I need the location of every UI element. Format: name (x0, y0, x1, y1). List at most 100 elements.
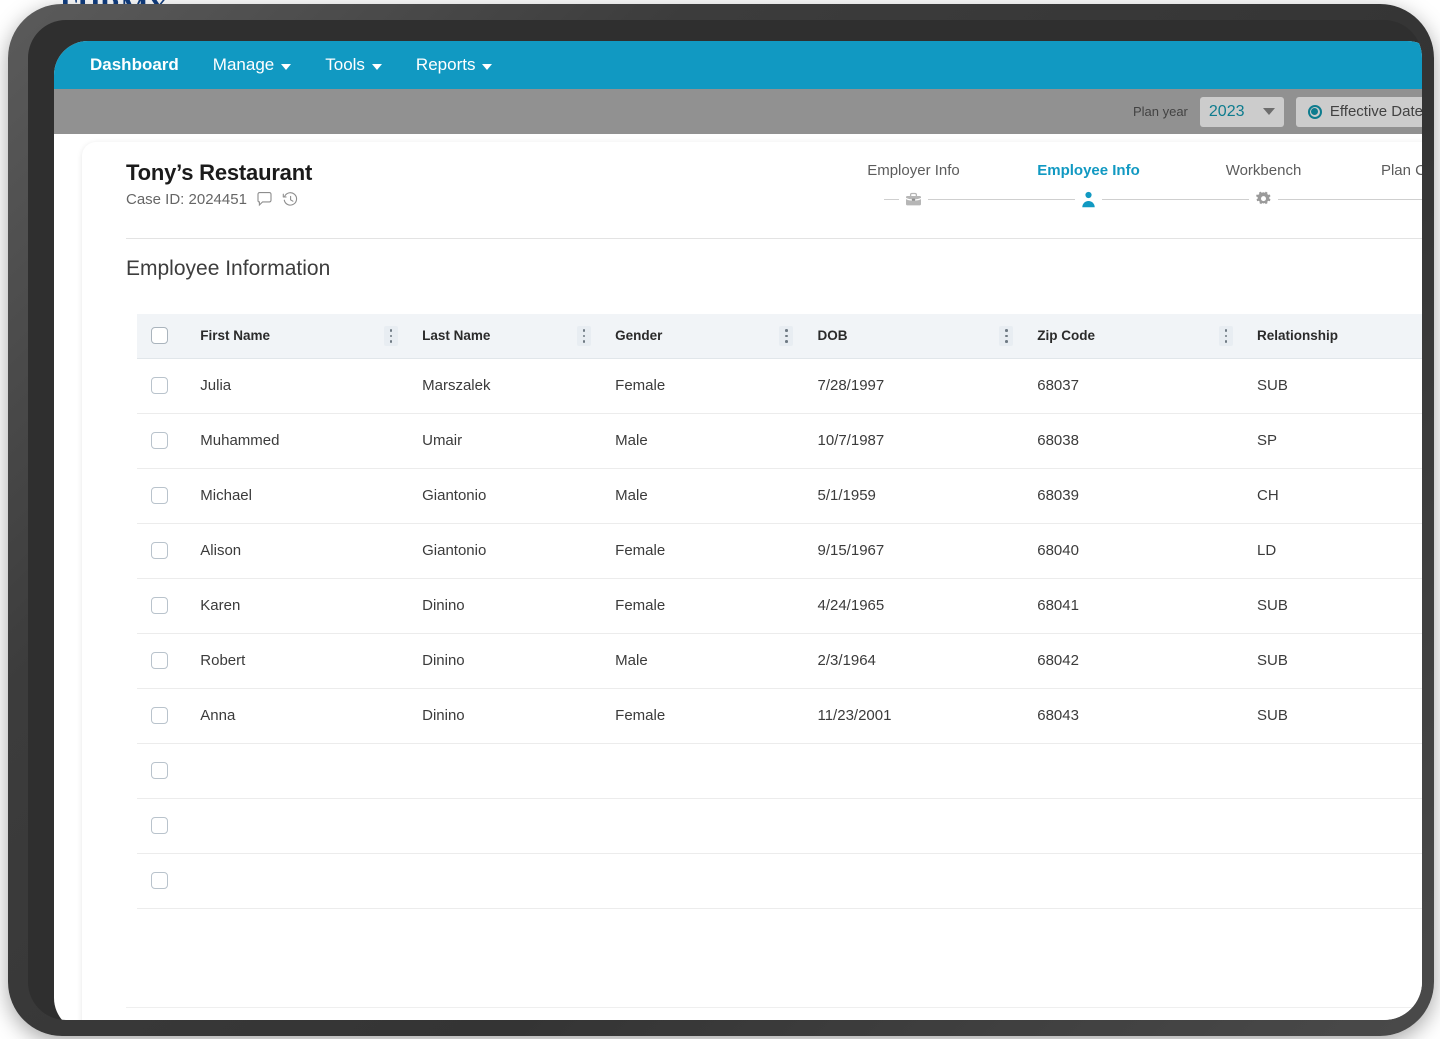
column-header-gender[interactable]: Gender (601, 314, 804, 359)
content-card: Tony’s Restaurant Case ID: 2024451 Emplo… (82, 142, 1422, 1020)
column-menu-icon[interactable] (384, 325, 399, 346)
step-label-employer-info[interactable]: Employer Info (826, 162, 1001, 179)
cell-relationship: SUB (1243, 633, 1422, 689)
table-row[interactable]: MichaelGiantonioMale5/1/195968039CHEC (137, 468, 1422, 524)
row-select-checkbox[interactable] (151, 542, 168, 559)
cell-last_name (408, 853, 602, 909)
page-title: Tony’s Restaurant (126, 160, 313, 185)
step-icon-employer-info-wrap (826, 191, 1001, 207)
cell-zip: 68041 (1023, 578, 1244, 634)
history-clock-icon[interactable] (282, 191, 299, 208)
table-row[interactable]: AnnaDininoFemale11/23/200168043SUBNE (137, 688, 1422, 744)
briefcase-icon[interactable] (899, 191, 928, 207)
row-select-checkbox[interactable] (151, 652, 168, 669)
cell-relationship: SUB (1243, 578, 1422, 634)
nav-label-manage: Manage (212, 55, 275, 74)
case-title-block: Tony’s Restaurant Case ID: 2024451 (126, 160, 586, 208)
column-header-first-name[interactable]: First Name (186, 314, 409, 359)
column-menu-icon[interactable] (999, 325, 1014, 346)
cell-relationship: LD (1243, 523, 1422, 579)
column-header-relationship[interactable]: Relationship (1243, 314, 1422, 359)
nav-item-manage[interactable]: Manage (212, 55, 292, 75)
column-header-dob[interactable]: DOB (803, 314, 1024, 359)
header-divider (126, 238, 1422, 239)
nav-item-dashboard[interactable]: Dashboard (90, 55, 179, 75)
step-icon-employee-info-wrap (1001, 190, 1176, 208)
cell-dob (803, 853, 1024, 909)
plan-year-value: 2023 (1208, 102, 1245, 120)
cell-relationship (1243, 743, 1422, 799)
cell-last_name: Giantonio (408, 523, 602, 579)
cell-zip: 68040 (1023, 523, 1244, 579)
cell-last_name (408, 798, 602, 854)
column-menu-icon[interactable] (779, 325, 794, 346)
person-icon[interactable] (1075, 190, 1102, 208)
column-menu-icon[interactable] (1219, 325, 1234, 346)
plan-year-group: Plan year 2023 (1133, 96, 1284, 127)
column-label-relationship: Relationship (1257, 328, 1339, 344)
row-select-checkbox[interactable] (151, 707, 168, 724)
plan-year-select[interactable]: 2023 (1199, 96, 1284, 127)
nav-item-reports[interactable]: Reports (416, 55, 493, 75)
chevron-down-icon (482, 63, 493, 70)
cell-dob (803, 743, 1024, 799)
workflow-stepper: Employer Info Employee Info Workbench Pl… (826, 162, 1422, 210)
column-menu-icon[interactable] (577, 325, 592, 346)
section-title: Employee Information (126, 257, 331, 280)
table-row[interactable] (137, 743, 1422, 799)
table-row[interactable] (137, 853, 1422, 909)
nav-label-tools: Tools (325, 55, 365, 74)
cell-relationship: SUB (1243, 688, 1422, 744)
cell-first_name: Julia (186, 358, 409, 414)
table-body: JuliaMarszalekFemale7/28/199768037SUBEEM… (137, 358, 1422, 909)
case-id-text: Case ID: 2024451 (126, 191, 247, 208)
row-select-checkbox[interactable] (151, 487, 168, 504)
select-all-checkbox[interactable] (151, 327, 168, 345)
cell-last_name: Dinino (408, 578, 602, 634)
row-select-checkbox[interactable] (151, 762, 168, 779)
cell-zip: 68042 (1023, 633, 1244, 689)
row-select-cell (137, 633, 187, 689)
effective-date-radio[interactable]: Effective Date (1295, 96, 1422, 127)
table-row[interactable]: AlisonGiantonioFemale9/15/196768040LDFAM (137, 523, 1422, 579)
table-row[interactable]: MuhammedUmairMale10/7/198768038SPES (137, 413, 1422, 469)
table-header-row: First Name Last Name Gender DOB Zip Code… (137, 314, 1422, 359)
column-label-dob: DOB (817, 328, 848, 344)
nav-label-dashboard: Dashboard (90, 55, 179, 74)
nav-item-tools[interactable]: Tools (325, 55, 382, 75)
cell-relationship (1243, 853, 1422, 909)
cell-zip (1023, 743, 1244, 799)
employee-table-container[interactable]: First Name Last Name Gender DOB Zip Code… (137, 314, 1422, 914)
chevron-down-icon (1262, 108, 1275, 115)
step-label-plan-comparison[interactable]: Plan Comparison (1351, 162, 1422, 179)
chevron-down-icon (371, 63, 382, 70)
cell-zip: 68043 (1023, 688, 1244, 744)
row-select-checkbox[interactable] (151, 872, 168, 889)
table-row[interactable]: KarenDininoFemale4/24/196568041SUBWO (137, 578, 1422, 634)
gear-icon[interactable] (1249, 190, 1278, 208)
cell-first_name: Alison (186, 523, 409, 579)
row-select-checkbox[interactable] (151, 432, 168, 449)
cell-first_name: Karen (186, 578, 409, 634)
cell-dob: 9/15/1967 (803, 523, 1024, 579)
column-header-last-name[interactable]: Last Name (408, 314, 602, 359)
table-row[interactable] (137, 798, 1422, 854)
column-header-zip-code[interactable]: Zip Code (1023, 314, 1244, 359)
step-label-workbench[interactable]: Workbench (1176, 162, 1351, 179)
row-select-checkbox[interactable] (151, 377, 168, 394)
row-select-checkbox[interactable] (151, 597, 168, 614)
cell-relationship (1243, 798, 1422, 854)
cell-first_name (186, 798, 409, 854)
row-select-checkbox[interactable] (151, 817, 168, 834)
step-label-employee-info[interactable]: Employee Info (1001, 162, 1176, 179)
table-row[interactable]: RobertDininoMale2/3/196468042SUBWP (137, 633, 1422, 689)
cell-first_name: Michael (186, 468, 409, 524)
case-header: Tony’s Restaurant Case ID: 2024451 Emplo… (126, 160, 1422, 234)
table-row[interactable]: JuliaMarszalekFemale7/28/199768037SUBEE (137, 358, 1422, 414)
cell-gender: Female (601, 358, 804, 414)
step-icon-plan-comparison-wrap (1351, 192, 1422, 206)
device-screen: Dashboard Manage Tools Reports Plan year… (54, 41, 1422, 1020)
comment-bubble-icon[interactable] (256, 191, 273, 208)
top-navigation-bar: Dashboard Manage Tools Reports (54, 41, 1422, 89)
cell-last_name (408, 743, 602, 799)
